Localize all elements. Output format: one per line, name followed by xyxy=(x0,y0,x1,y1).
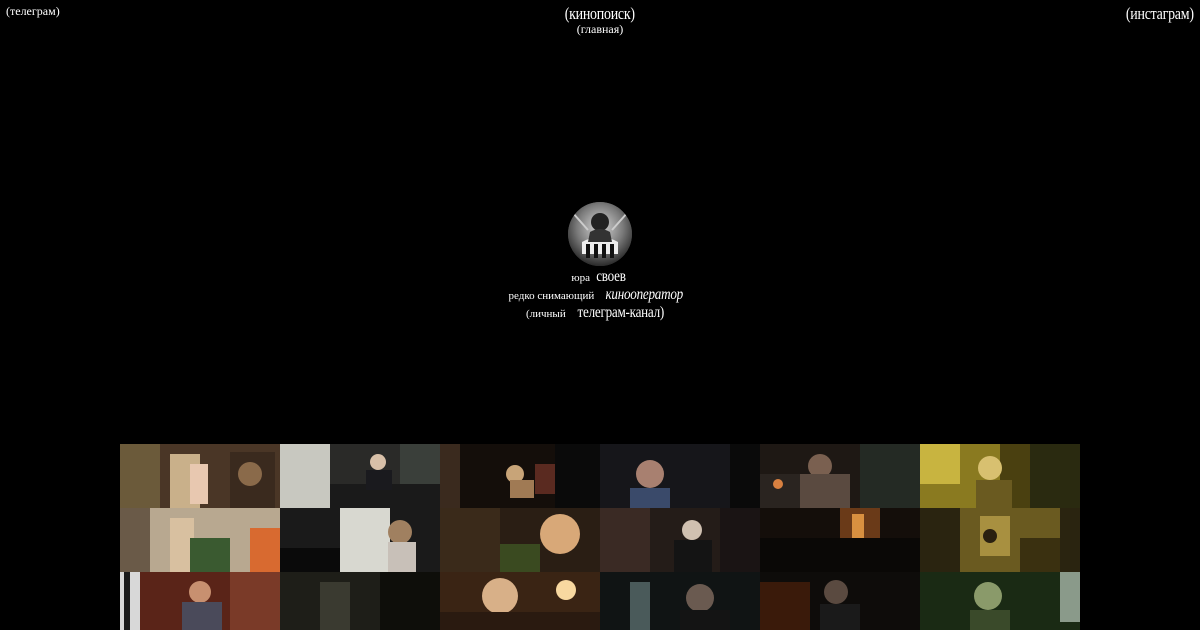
avatar xyxy=(568,202,632,266)
film-still-girl-piano[interactable] xyxy=(280,508,440,572)
page: (телеграм) (кинопоиск) (главная) (инстаг… xyxy=(0,0,1200,630)
channel-prefix: (личный xyxy=(525,308,566,320)
first-name: юра xyxy=(571,272,590,284)
film-still-girl-night[interactable] xyxy=(600,444,760,508)
film-still-green-light[interactable] xyxy=(920,444,1080,508)
telegram-channel-link[interactable]: телеграм-канал) xyxy=(578,304,665,322)
film-still-woman-apron[interactable] xyxy=(120,508,280,572)
film-still-man-window[interactable] xyxy=(920,508,1080,572)
film-still-boy-green[interactable] xyxy=(920,572,1080,630)
film-still-man-suit[interactable] xyxy=(600,508,760,572)
film-still-man-desk[interactable] xyxy=(280,444,440,508)
film-still-dark-room[interactable] xyxy=(760,508,920,572)
film-still-man-dark[interactable] xyxy=(600,572,760,630)
film-stills-grid xyxy=(120,444,1080,630)
center-nav: (кинопоиск) (главная) xyxy=(0,4,1200,37)
film-still-boy-night[interactable] xyxy=(760,572,920,630)
instagram-link[interactable]: (инстаграм) xyxy=(1126,4,1194,24)
tagline-line: редко снимающий кинооператор xyxy=(0,286,1200,304)
film-still-woman-plant[interactable] xyxy=(440,508,600,572)
film-still-bear-lamp[interactable] xyxy=(440,444,600,508)
kinopoisk-link[interactable]: (кинопоиск) xyxy=(565,4,635,24)
tagline-role: кинооператор xyxy=(605,286,684,303)
last-name: своев xyxy=(595,268,626,285)
home-link[interactable]: (главная) xyxy=(0,22,1200,37)
film-still-women-lamp[interactable] xyxy=(440,572,600,630)
film-still-couple-kitchen[interactable] xyxy=(760,444,920,508)
film-still-man-carpet[interactable] xyxy=(120,572,280,630)
film-still-room-doorway[interactable] xyxy=(120,444,280,508)
film-still-woman-hall[interactable] xyxy=(280,572,440,630)
name-line: юра своев xyxy=(0,268,1200,286)
tagline-prefix: редко снимающий xyxy=(508,290,595,302)
channel-line: (личный телеграм-канал) xyxy=(0,304,1200,322)
profile-block: юра своев редко снимающий кинооператор (… xyxy=(0,268,1200,322)
avatar-photo xyxy=(568,202,632,266)
